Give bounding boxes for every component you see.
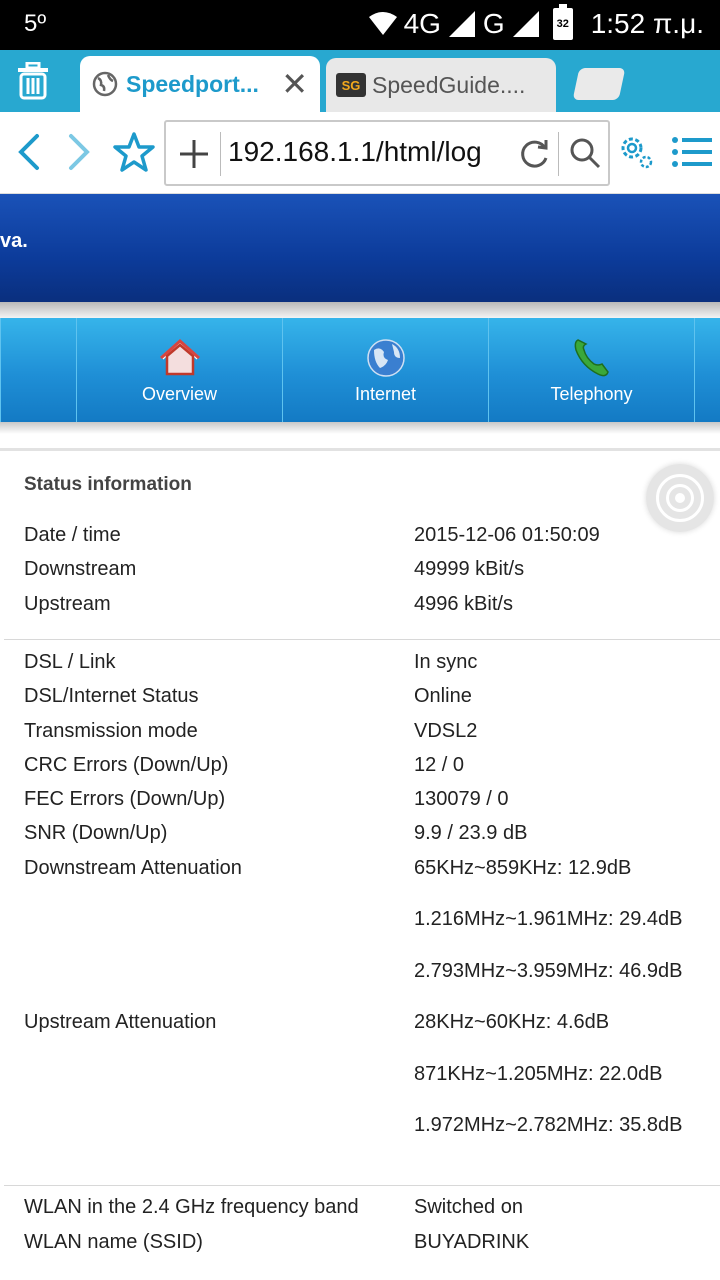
chevron-left-icon: [18, 134, 39, 170]
trash-icon[interactable]: [16, 62, 50, 100]
star-icon: [113, 132, 155, 172]
nav-label: Internet: [354, 383, 417, 404]
row-value: Switched on: [414, 1196, 523, 1218]
main-nav: Overview Internet Telephony: [0, 318, 720, 422]
new-tab-button[interactable]: [572, 68, 626, 100]
row-value: 4996 kBit/s: [414, 593, 513, 615]
row-label: CRC Errors (Down/Up): [24, 754, 229, 776]
network-4g-label: 4G: [403, 8, 441, 39]
tab-title: Speedport...: [126, 70, 259, 97]
page-banner: va.: [0, 194, 720, 302]
nav-shadow: [0, 422, 720, 434]
status-bar: 5º 4G G 32 1:52 π.μ.: [0, 0, 720, 50]
row-label: WLAN name (SSID): [24, 1231, 203, 1253]
nav-label: Overview: [141, 383, 217, 404]
nav-item-overview[interactable]: Overview: [76, 318, 282, 422]
signal-icon: [512, 11, 539, 37]
nav-item-partial[interactable]: [0, 318, 76, 422]
reload-icon[interactable]: [516, 136, 552, 172]
row-label: Date / time: [24, 524, 121, 546]
close-tab-icon[interactable]: ✕: [281, 68, 308, 100]
url-text[interactable]: 192.168.1.1/html/log: [228, 136, 482, 168]
row-label: Transmission mode: [24, 720, 198, 742]
floating-action-button[interactable]: [646, 464, 714, 532]
row-value: Online: [414, 685, 472, 707]
row-label: Downstream: [24, 558, 137, 580]
row-value: 130079 / 0: [414, 788, 509, 810]
row-value: 28KHz~60KHz: 4.6dB: [414, 1011, 610, 1033]
chevron-right-icon: [69, 134, 90, 170]
row-value: 2.793MHz~3.959MHz: 46.9dB: [414, 960, 683, 982]
row-label: SNR (Down/Up): [24, 822, 168, 844]
forward-button[interactable]: [58, 130, 102, 174]
nav-item-telephony[interactable]: Telephony: [488, 318, 694, 422]
row-value: 1.972MHz~2.782MHz: 35.8dB: [414, 1114, 683, 1136]
row-value: 9.9 / 23.9 dB: [414, 822, 528, 844]
row-value: In sync: [414, 651, 478, 673]
row-label: Upstream: [24, 593, 111, 615]
row-label: Downstream Attenuation: [24, 857, 242, 879]
section-title: Status information: [24, 474, 192, 495]
divider: [4, 639, 720, 640]
row-label: WLAN in the 2.4 GHz frequency band: [24, 1196, 359, 1218]
nav-item-internet[interactable]: Internet: [282, 318, 488, 422]
tab-bar: Speedport... ✕ SG SpeedGuide....: [0, 50, 720, 112]
gear-icon: [621, 137, 653, 169]
row-label: FEC Errors (Down/Up): [24, 788, 226, 810]
tab-speedguide[interactable]: SG SpeedGuide....: [326, 58, 556, 112]
phone-icon: [574, 338, 609, 376]
row-label: Upstream Attenuation: [24, 1011, 217, 1033]
row-value: BUYADRINK: [414, 1231, 530, 1253]
globe-icon: [92, 71, 118, 97]
search-icon[interactable]: [568, 136, 602, 170]
row-value: 49999 kBit/s: [414, 558, 525, 580]
menu-icon: [672, 137, 712, 167]
tab-speedport[interactable]: Speedport... ✕: [80, 56, 320, 112]
house-icon: [159, 338, 200, 375]
plus-icon[interactable]: [174, 134, 214, 174]
status-icons: 4G G 32 1:52 π.μ.: [368, 4, 704, 40]
banner-text: va.: [0, 230, 28, 252]
divider: [0, 448, 720, 451]
address-bar[interactable]: 192.168.1.1/html/log: [164, 120, 610, 186]
bookmark-button[interactable]: [112, 130, 156, 174]
row-value: 871KHz~1.205MHz: 22.0dB: [414, 1063, 663, 1085]
network-g-label: G: [482, 8, 505, 39]
row-value: 12 / 0: [414, 754, 465, 776]
nav-item-partial[interactable]: [694, 318, 720, 422]
wifi-icon: [368, 12, 397, 35]
row-value: 2015-12-06 01:50:09: [414, 524, 600, 546]
browser-toolbar: 192.168.1.1/html/log: [0, 112, 720, 194]
temperature: 5º: [24, 10, 47, 37]
ring-icon: [675, 493, 685, 503]
banner-shadow: [0, 302, 720, 318]
globe-icon: [366, 338, 405, 377]
row-value: 65KHz~859KHz: 12.9dB: [414, 857, 632, 879]
battery-icon: 32: [552, 4, 573, 40]
row-label: DSL/Internet Status: [24, 685, 199, 707]
nav-label: Telephony: [550, 383, 633, 404]
divider: [558, 132, 559, 176]
signal-icon: [448, 11, 475, 37]
settings-button[interactable]: [614, 130, 658, 174]
clock: 1:52 π.μ.: [590, 8, 704, 39]
back-button[interactable]: [6, 130, 50, 174]
speedguide-favicon-icon: SG: [336, 73, 366, 97]
row-value: VDSL2: [414, 720, 478, 742]
tab-title: SpeedGuide....: [372, 71, 526, 98]
row-value: 1.216MHz~1.961MHz: 29.4dB: [414, 908, 683, 930]
row-label: DSL / Link: [24, 651, 116, 673]
menu-button[interactable]: [670, 130, 714, 174]
divider: [4, 1185, 720, 1186]
divider: [220, 132, 221, 176]
